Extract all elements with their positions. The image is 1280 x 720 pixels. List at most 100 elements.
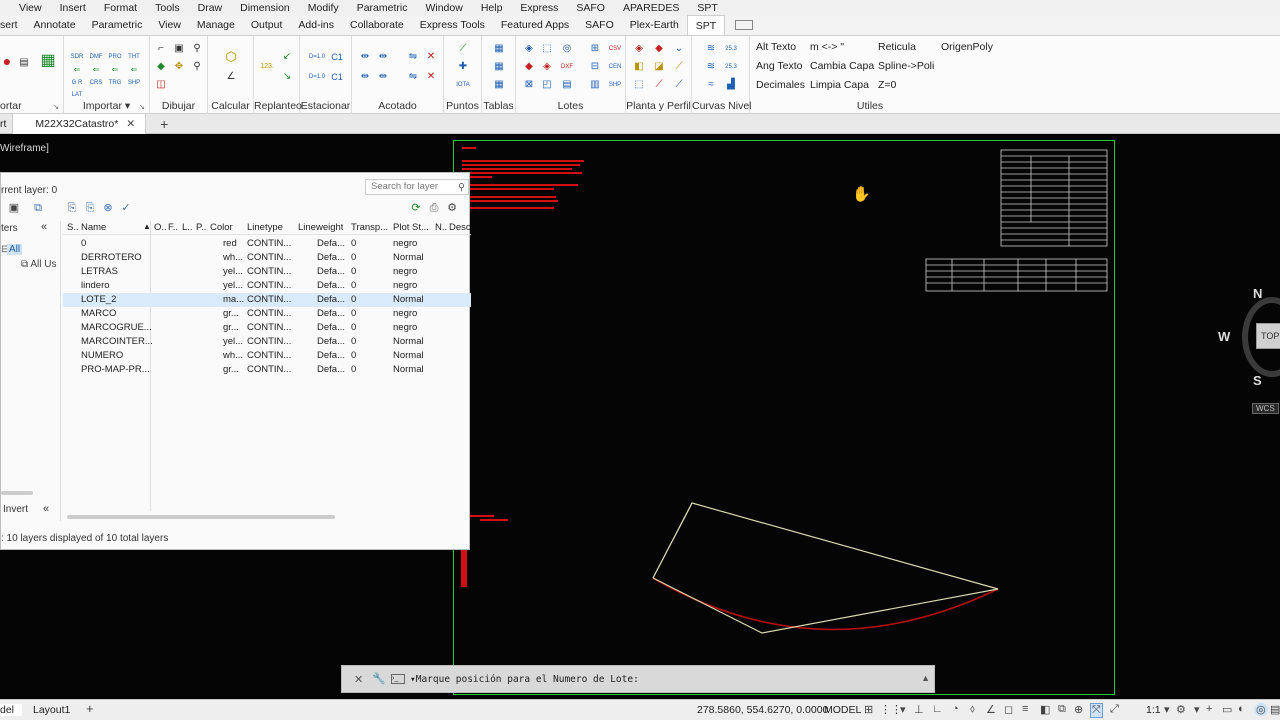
tree-scrollbar[interactable] xyxy=(1,491,33,495)
grid-icon[interactable]: ▣ xyxy=(172,42,186,56)
osnap-icon[interactable]: ◻ xyxy=(1004,703,1013,716)
number-icon[interactable]: 123. xyxy=(258,60,276,74)
shp-icon[interactable]: SHP xyxy=(608,78,622,92)
decimales-button[interactable]: Decimales xyxy=(756,79,805,91)
distance-icon[interactable]: D=1.0 xyxy=(308,70,326,84)
menu-parametric[interactable]: Parametric xyxy=(348,2,417,14)
coordinates-readout[interactable]: 278.5860, 554.6270, 0.0000 xyxy=(697,704,828,716)
ang-texto-button[interactable]: Ang Texto xyxy=(756,60,803,72)
settings-export-icon[interactable]: ⎙ xyxy=(427,201,441,215)
ribbon-toggle-icon[interactable] xyxy=(735,20,754,30)
grid-icon[interactable]: ⊞ xyxy=(864,703,873,716)
map-pin-icon[interactable]: ● xyxy=(0,54,14,68)
col-on[interactable]: O.. xyxy=(154,222,167,233)
layer-row[interactable]: ▱MARCO💡☀🔓⎙gr...CONTIN...Defa...0negro⁜ xyxy=(63,307,471,321)
tab-add-ins[interactable]: Add-ins xyxy=(290,15,342,35)
layer-row[interactable]: ▱DERROTERO💡☀🔓⎙wh...CONTIN...Defa...0Norm… xyxy=(63,251,471,265)
layer-row[interactable]: ▱MARCOGRUE...💡☀🔓⎙gr...CONTIN...Defa...0n… xyxy=(63,321,471,335)
isodraft-icon[interactable]: ⬨ xyxy=(970,703,975,716)
set-current-icon[interactable]: ✓ xyxy=(119,201,133,215)
arrow-diagonal-icon[interactable]: ↙ xyxy=(280,50,294,64)
menu-express[interactable]: Express xyxy=(511,2,567,14)
point-icon[interactable]: ⟋ xyxy=(456,42,470,56)
polar-icon[interactable]: ◔ xyxy=(952,703,959,715)
angle-icon[interactable]: ∠ xyxy=(224,70,238,84)
lot-icon[interactable]: ⊟ xyxy=(588,60,602,74)
chart-icon[interactable]: ▟ xyxy=(724,78,738,92)
profile-icon[interactable]: ⟋ xyxy=(672,60,686,74)
3d-osnap-icon[interactable]: ⊕ xyxy=(1074,703,1083,716)
lot-icon[interactable]: ⬚ xyxy=(540,42,554,56)
polyline-icon[interactable]: ⌐ xyxy=(154,42,168,56)
layer-search-input[interactable]: Search for layer ⚲ xyxy=(365,179,469,195)
dmf-icon[interactable]: DMF xyxy=(89,50,103,64)
spline-poli-button[interactable]: Spline->Poli xyxy=(878,60,934,72)
m-swap-button[interactable]: m <-> " xyxy=(810,41,844,53)
col-name[interactable]: Name xyxy=(81,222,106,233)
group-filter-icon[interactable]: ⧉ xyxy=(31,201,45,215)
menu-modify[interactable]: Modify xyxy=(299,2,348,14)
contour-value-icon[interactable]: 25.3 xyxy=(724,60,738,74)
limpia-capa-button[interactable]: Limpia Capa xyxy=(810,79,869,91)
dimension-icon[interactable]: ⇹ xyxy=(358,50,372,64)
file-tab-start[interactable]: rt xyxy=(0,118,12,130)
menu-view[interactable]: View xyxy=(0,2,51,14)
new-layer-icon[interactable]: ⎘ xyxy=(65,201,79,215)
selection-cycling-icon[interactable]: ⧉ xyxy=(1058,703,1066,716)
origen-poly-button[interactable]: OrigenPoly xyxy=(941,41,993,53)
profile-icon[interactable]: ⬚ xyxy=(632,78,646,92)
gear-icon[interactable]: ⚙ xyxy=(445,201,459,215)
layer-row[interactable]: ▱PRO-MAP-PR...💡☀🔓⎙gr...CONTIN...Defa...0… xyxy=(63,363,471,377)
contour-icon[interactable]: ≈ xyxy=(704,78,718,92)
command-line[interactable]: ✕ 🔧 ›_ ▾Marque posición para el Numero d… xyxy=(341,665,935,693)
alt-texto-button[interactable]: Alt Texto xyxy=(756,41,796,53)
tab-insert[interactable]: sert xyxy=(0,15,26,35)
trg-icon[interactable]: TRG xyxy=(108,76,122,90)
cen-icon[interactable]: CEN xyxy=(608,60,622,74)
menu-insert[interactable]: Insert xyxy=(51,2,95,14)
col-linetype[interactable]: Linetype xyxy=(247,222,283,233)
layer-row[interactable]: ▱NUMERO💡☀🔓⎙wh...CONTIN...Defa...0Normal⁜ xyxy=(63,349,471,363)
profile-icon[interactable]: ◪ xyxy=(652,60,666,74)
lineweight-icon[interactable]: ≡ xyxy=(1022,703,1028,715)
sdr-icon[interactable]: SDR xyxy=(70,50,84,64)
tab-spt[interactable]: SPT xyxy=(686,15,726,35)
wrench-icon[interactable]: 🔧 xyxy=(372,672,386,685)
lot-icon[interactable]: ◆ xyxy=(522,60,536,74)
chevron-down-icon[interactable]: ⌄ xyxy=(672,42,686,56)
c1-icon[interactable]: C1 xyxy=(330,50,344,64)
table-icon[interactable]: ▦ xyxy=(492,78,506,92)
menu-window[interactable]: Window xyxy=(416,2,471,14)
contour-value-icon[interactable]: 25.3 xyxy=(724,42,738,56)
shape-icon[interactable]: ◆ xyxy=(154,60,168,74)
grid-scrollbar[interactable] xyxy=(67,515,335,519)
lot-icon[interactable]: ▤ xyxy=(560,78,574,92)
lot-icon[interactable]: ◎ xyxy=(560,42,574,56)
profile-icon[interactable]: ⟋ xyxy=(672,78,686,92)
filter-all-used[interactable]: ⧉ All Us xyxy=(21,259,57,270)
arrow-left-icon[interactable]: ⇐ xyxy=(127,63,141,77)
lot-icon[interactable]: ◈ xyxy=(522,42,536,56)
snap-icon[interactable]: ⋮⋮ xyxy=(880,703,902,716)
viewcube-north[interactable]: N xyxy=(1253,286,1262,301)
printer-icon[interactable]: ▤ xyxy=(17,56,31,70)
distance-icon[interactable]: D=1.0 xyxy=(308,50,326,64)
menu-safo[interactable]: SAFO xyxy=(567,2,614,14)
col-new-vp-freeze[interactable]: N.. xyxy=(435,222,447,233)
chevron-down-icon[interactable]: ▾ xyxy=(1164,703,1170,716)
table-icon[interactable]: ▦ xyxy=(492,42,506,56)
pro-icon[interactable]: PRO xyxy=(108,50,122,64)
layer-row[interactable]: ▱MARCOINTER...💡☀🔓⎙yel...CONTIN...Defa...… xyxy=(63,335,471,349)
dimension-icon[interactable]: ⇹ xyxy=(358,70,372,84)
annotation-scale[interactable]: 1:1 xyxy=(1146,704,1161,716)
c1-icon[interactable]: C1 xyxy=(330,70,344,84)
col-transparency[interactable]: Transp... xyxy=(351,222,391,233)
arrow-left-icon[interactable]: ⇐ xyxy=(89,63,103,77)
refresh-icon[interactable]: ⟳ xyxy=(409,201,423,215)
chevron-down-icon[interactable]: ▾ xyxy=(900,703,906,716)
close-icon[interactable]: ✕ xyxy=(354,673,363,686)
layer-row[interactable]: ✓0💡☀🔓⎙redCONTIN...Defa...0negro⁜ xyxy=(63,237,471,251)
contour-icon[interactable]: ≋ xyxy=(704,42,718,56)
lot-icon[interactable]: ⊠ xyxy=(522,78,536,92)
lot-icon[interactable]: ⊞ xyxy=(588,42,602,56)
